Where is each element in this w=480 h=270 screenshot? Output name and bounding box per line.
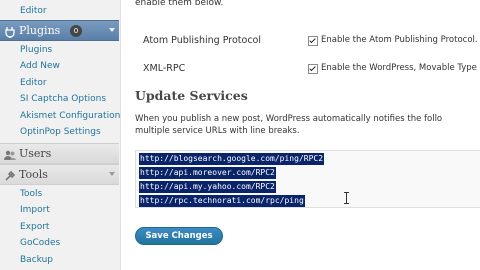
intro-text: enable them below. [135,0,224,8]
sidebar-item-plugin-editor[interactable]: Editor [0,75,119,91]
ping-url-line: http://rpc.technorati.com/rpc/ping [139,195,305,207]
update-services-description-2: multiple service URLs with line breaks. [135,126,300,136]
sidebar-item-gocodes[interactable]: GoCodes [0,235,119,251]
sidebar-item-tools[interactable]: Tools [0,186,119,202]
tools-icon [4,169,16,181]
menu-users[interactable]: Users [0,143,119,164]
menu-users-label: Users [19,147,52,160]
users-icon [4,148,16,160]
admin-sidebar: Editor Plugins 0 Plugins Add New Editor … [0,0,121,270]
update-services-heading: Update Services [135,88,248,103]
sidebar-item-optinpop[interactable]: OptinPop Settings [0,124,119,140]
ping-url-line: http://api.moreover.com/RPC2 [139,167,276,179]
text-cursor-icon [344,192,349,204]
settings-main: enable them below. Atom Publishing Proto… [121,0,480,270]
plugins-update-badge: 0 [70,25,82,37]
ping-sites-textarea[interactable]: http://blogsearch.google.com/ping/RPC2 h… [135,150,480,208]
ping-url-line: http://blogsearch.google.com/ping/RPC2 [139,153,325,165]
menu-plugins[interactable]: Plugins 0 [0,20,119,41]
sidebar-item-editor[interactable]: Editor [0,3,119,19]
menu-tools[interactable]: Tools [0,164,119,185]
sidebar-item-import[interactable]: Import [0,202,119,218]
menu-tools-label: Tools [19,168,48,181]
plugins-icon [4,25,16,38]
chevron-down-icon[interactable] [109,172,115,176]
sidebar-item-backup[interactable]: Backup [0,252,119,268]
sidebar-item-plugins[interactable]: Plugins [0,42,119,58]
sidebar-item-add-new[interactable]: Add New [0,58,119,74]
sidebar-item-si-captcha[interactable]: SI Captcha Options [0,91,119,107]
xmlrpc-checkbox-label[interactable]: Enable the WordPress, Movable Type [321,63,477,73]
menu-plugins-label: Plugins [19,24,61,37]
sidebar-item-akismet[interactable]: Akismet Configuration [0,108,120,124]
ping-url-line: http://api.my.yahoo.com/RPC2 [139,181,276,193]
xmlrpc-label: XML-RPC [143,63,186,74]
chevron-down-icon[interactable] [109,28,115,32]
sidebar-item-export[interactable]: Export [0,219,119,235]
save-changes-button[interactable]: Save Changes [135,227,223,245]
atom-checkbox[interactable] [308,36,318,46]
atom-checkbox-label[interactable]: Enable the Atom Publishing Protocol. [321,35,478,45]
xmlrpc-checkbox[interactable] [308,64,318,74]
atom-label: Atom Publishing Protocol [143,35,261,46]
update-services-description: When you publish a new post, WordPress a… [135,114,443,124]
